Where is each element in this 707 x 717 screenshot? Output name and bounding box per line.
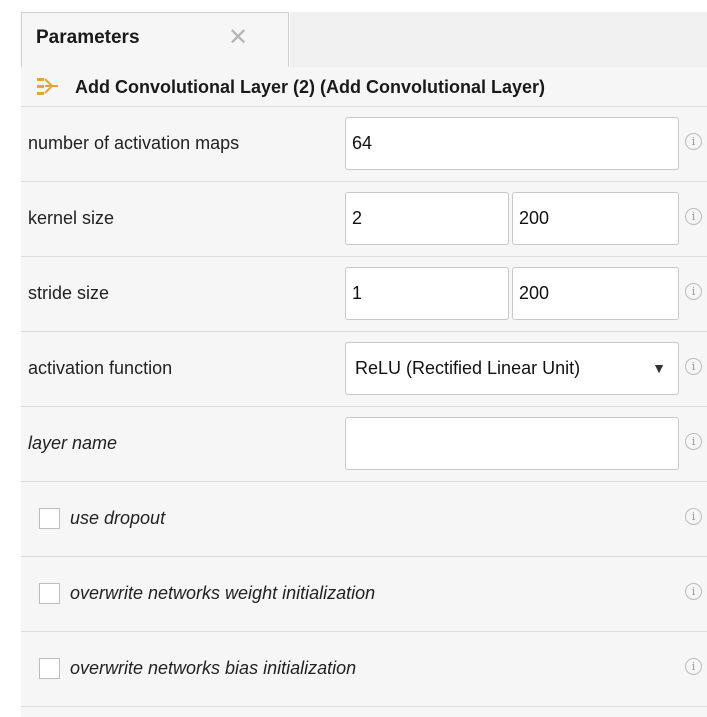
row-bias-init: overwrite networks bias initialization i: [21, 632, 707, 707]
stride-size-input-1[interactable]: 1: [345, 267, 509, 320]
row-weight-init: overwrite networks weight initialization…: [21, 557, 707, 632]
bias-init-checkbox[interactable]: [39, 658, 60, 679]
tab-bar: Parameters ✕: [0, 0, 707, 68]
info-icon[interactable]: i: [685, 133, 702, 150]
operator-title: Add Convolutional Layer (2) (Add Convolu…: [75, 77, 546, 97]
activation-function-select[interactable]: ReLU (Rectified Linear Unit) ▼: [345, 342, 679, 395]
row-use-dropout: use dropout i: [21, 482, 707, 557]
activation-function-value: ReLU (Rectified Linear Unit): [355, 358, 581, 378]
row-layer-name: layer name i: [21, 407, 707, 482]
info-icon[interactable]: i: [685, 508, 702, 525]
use-dropout-label[interactable]: use dropout: [70, 508, 165, 529]
layer-flow-icon: [37, 78, 58, 95]
activation-maps-label: number of activation maps: [28, 133, 240, 153]
info-icon[interactable]: i: [685, 208, 702, 225]
stride-size-input-2[interactable]: 200: [512, 267, 679, 320]
row-activation-function: activation function ReLU (Rectified Line…: [21, 332, 707, 407]
tab-label: Parameters: [36, 27, 140, 48]
tab-strip: [290, 12, 707, 68]
parameters-panel: Add Convolutional Layer (2) (Add Convolu…: [21, 67, 707, 717]
dropdown-arrow-icon: ▼: [652, 360, 666, 376]
info-icon[interactable]: i: [685, 358, 702, 375]
stride-size-label: stride size: [28, 283, 110, 303]
info-icon[interactable]: i: [685, 433, 702, 450]
row-stride-size: stride size 1 200 i: [21, 257, 707, 332]
operator-header: Add Convolutional Layer (2) (Add Convolu…: [21, 67, 707, 107]
info-icon[interactable]: i: [685, 283, 702, 300]
tab-parameters[interactable]: Parameters ✕: [21, 12, 289, 68]
kernel-size-input-1[interactable]: 2: [345, 192, 509, 245]
use-dropout-checkbox[interactable]: [39, 508, 60, 529]
info-icon[interactable]: i: [685, 658, 702, 675]
weight-init-label[interactable]: overwrite networks weight initialization: [70, 583, 375, 604]
kernel-size-input-2[interactable]: 200: [512, 192, 679, 245]
row-activation-maps: number of activation maps 64 i: [21, 107, 707, 182]
weight-init-checkbox[interactable]: [39, 583, 60, 604]
close-icon[interactable]: ✕: [228, 23, 248, 52]
info-icon[interactable]: i: [685, 583, 702, 600]
layer-name-label: layer name: [28, 433, 118, 453]
row-kernel-size: kernel size 2 200 i: [21, 182, 707, 257]
bias-init-label[interactable]: overwrite networks bias initialization: [70, 658, 356, 679]
layer-name-input[interactable]: [345, 417, 679, 470]
kernel-size-label: kernel size: [28, 208, 115, 228]
activation-maps-input[interactable]: 64: [345, 117, 679, 170]
activation-function-label: activation function: [28, 358, 173, 378]
